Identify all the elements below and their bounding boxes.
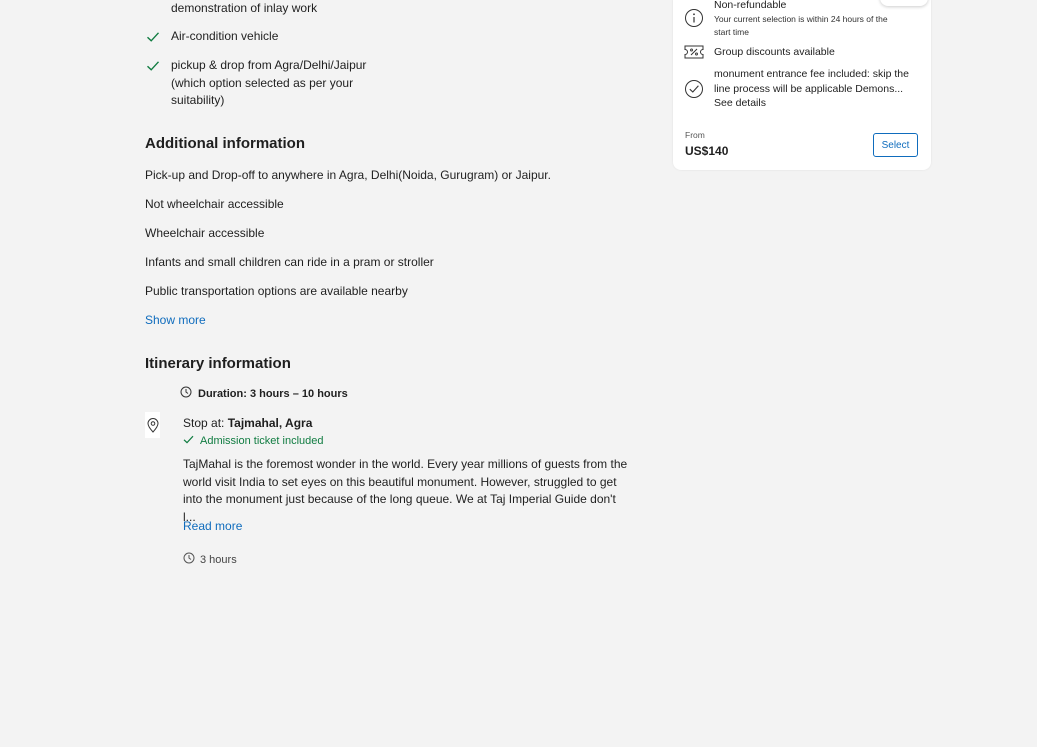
see-details-link[interactable]: See details xyxy=(714,96,909,111)
entrance-fee-info: monument entrance fee included: skip the… xyxy=(684,67,909,111)
info-icon xyxy=(684,8,704,28)
admission-badge: Admission ticket included xyxy=(183,434,324,448)
ticket-discount-icon xyxy=(684,45,704,59)
select-button[interactable]: Select xyxy=(873,133,918,157)
stop-duration-text: 3 hours xyxy=(200,553,237,566)
additional-info-heading: Additional information xyxy=(145,135,305,152)
check-icon xyxy=(183,434,194,448)
price: US$140 xyxy=(685,144,729,158)
inclusion-text: pickup & drop from Agra/Delhi/Jaipur xyxy=(171,58,367,72)
additional-info-item: Public transportation options are availa… xyxy=(145,284,408,298)
check-icon xyxy=(146,59,160,73)
price-from-label: From xyxy=(685,130,705,140)
stop-prefix: Stop at: xyxy=(183,416,228,430)
admission-text: Admission ticket included xyxy=(200,435,324,447)
stop-name: Tajmahal, Agra xyxy=(227,416,313,430)
group-discount-text: Group discounts available xyxy=(714,46,835,58)
group-discount: Group discounts available xyxy=(684,45,835,60)
show-more-link[interactable]: Show more xyxy=(145,313,206,327)
additional-info-item: Not wheelchair accessible xyxy=(145,197,284,211)
inclusion-item-ac: Air-condition vehicle xyxy=(171,28,278,46)
duration-text: Duration: 3 hours – 10 hours xyxy=(198,387,348,400)
refund-subtext: Your current selection is within 24 hour… xyxy=(714,13,888,37)
inclusion-text: suitability) xyxy=(171,93,225,107)
stop-description: TajMahal is the foremost wonder in the w… xyxy=(183,457,628,524)
read-more-link[interactable]: Read more xyxy=(183,519,242,533)
check-icon xyxy=(146,30,160,44)
stop-title: Stop at: Tajmahal, Agra xyxy=(183,416,312,430)
refund-title: Non-refundable xyxy=(714,0,787,11)
refund-policy: Non-refundable Your current selection is… xyxy=(684,0,899,39)
additional-info-item: Pick-up and Drop-off to anywhere in Agra… xyxy=(145,168,551,182)
duration-row: Duration: 3 hours – 10 hours xyxy=(180,386,348,401)
check-circle-icon xyxy=(684,79,704,99)
inclusion-text: Air-condition vehicle xyxy=(171,29,279,43)
inclusion-item-inlay: demonstration of inlay work xyxy=(171,0,317,18)
clock-icon xyxy=(180,386,192,401)
additional-info-item: Wheelchair accessible xyxy=(145,226,265,240)
clock-icon xyxy=(183,552,195,567)
inclusion-item-pickup: pickup & drop from Agra/Delhi/Jaipur (wh… xyxy=(171,57,366,110)
page: demonstration of inlay work Air-conditio… xyxy=(0,0,1037,747)
additional-info-item: Infants and small children can ride in a… xyxy=(145,255,434,269)
entrance-fee-text: monument entrance fee included: skip the… xyxy=(714,68,909,95)
location-pin-icon xyxy=(145,412,160,438)
itinerary-heading: Itinerary information xyxy=(145,355,291,372)
inclusion-text: (which option selected as per your xyxy=(171,75,354,90)
stop-duration: 3 hours xyxy=(183,552,237,567)
inclusion-text: demonstration of inlay work xyxy=(171,1,318,15)
